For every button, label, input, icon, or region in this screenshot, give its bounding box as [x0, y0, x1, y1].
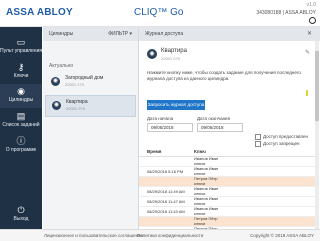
- row-key: Иванов Иван ключи: [194, 206, 219, 216]
- cylinder-card: ◉ Квартира 20001 079 ✎: [147, 47, 312, 63]
- row-key: Иванов Иван ключи: [194, 156, 219, 166]
- date-end-field[interactable]: 09/05/2018: [197, 123, 243, 132]
- panel-header: Журнал доступа ✕: [139, 27, 320, 41]
- logout-label: Выход: [13, 216, 29, 222]
- table-row: 08/29/2018 11:49 AM Иванов Иван ключи: [139, 186, 315, 197]
- sidebar: ▭ Пульт управления ⚷ Ключи ◉ Цилиндры ▤ …: [0, 27, 42, 229]
- cylinder-id: 20001 173: [65, 82, 84, 87]
- list-title: Цилиндры: [49, 31, 74, 37]
- cylinder-icon: ◉: [147, 49, 157, 59]
- cylinder-name: Загородный дом: [65, 75, 104, 81]
- table-header: Время Ключ: [139, 148, 315, 157]
- row-key: Петров Пётр ключи: [194, 216, 218, 226]
- cylinder-id: 20001 079: [66, 106, 85, 111]
- sidebar-item-label: Цилиндры: [8, 97, 34, 103]
- app-header: ASSA ABLOY CLIQ™ Go v1.0 343080188 | ASS…: [0, 0, 320, 27]
- column-key[interactable]: Ключ: [194, 149, 206, 154]
- checkbox-icon: [255, 141, 261, 147]
- table-row: 08/29/2018 5:16 PM Иванов Иван ключи: [139, 166, 315, 177]
- date-start-label: Дата начала: [147, 116, 174, 121]
- license-link[interactable]: Лицензионное и пользовательское соглашен…: [44, 233, 143, 238]
- row-time: 08/29/2018 5:16 PM: [147, 169, 184, 174]
- scrollbar[interactable]: [315, 41, 319, 229]
- cylinder-icon: ◉: [51, 77, 60, 86]
- request-log-button[interactable]: Запросить журнал доступа: [147, 100, 205, 110]
- panel-title: Журнал доступа: [145, 31, 184, 37]
- sidebar-item-label: О программе: [5, 147, 37, 153]
- table-row-denied: Петров Пётр ключи: [139, 216, 315, 227]
- sidebar-item-cylinders[interactable]: ◉ Цилиндры: [0, 84, 42, 108]
- row-key: Петров Пётр ключи: [194, 176, 218, 186]
- log-table-body: Иванов Иван ключи 08/29/2018 5:16 PM Иван…: [139, 156, 315, 237]
- user-icon[interactable]: [309, 17, 316, 24]
- sidebar-item-about[interactable]: ⓘ О программе: [0, 134, 42, 158]
- access-denied-checkbox[interactable]: Доступ запрещен: [255, 141, 300, 147]
- cylinder-list-panel: Цилиндры ФИЛЬТР ▾ Актуально ◉ Загородный…: [43, 27, 139, 229]
- version-label: v1.0: [306, 2, 316, 8]
- cylinder-name: Квартира: [161, 48, 187, 54]
- row-key: Иванов Иван ключи: [194, 196, 219, 206]
- user-info: 343080188 | ASSA ABLOY: [256, 10, 316, 16]
- sidebar-item-label: Пульт управления: [0, 48, 43, 54]
- close-icon[interactable]: ✕: [307, 27, 312, 41]
- cylinder-id: 20001 079: [161, 56, 180, 61]
- cylinder-name: Квартира: [66, 99, 88, 105]
- row-time: 08/29/2018 11:47 AM: [147, 199, 185, 204]
- brand-logo: ASSA ABLOY: [6, 7, 73, 18]
- list-item[interactable]: ◉ Загородный дом 20001 173: [45, 72, 136, 92]
- power-icon: ⏻: [17, 205, 25, 215]
- checkbox-icon: [255, 134, 261, 140]
- table-row: 08/29/2018 11:47 AM Иванов Иван ключи: [139, 196, 315, 207]
- access-log-panel: Журнал доступа ✕ ◉ Квартира 20001 079 ✎ …: [139, 27, 320, 237]
- table-row: Иванов Иван ключи: [139, 156, 315, 167]
- logout-button[interactable]: ⏻ Выход: [0, 203, 42, 227]
- privacy-link[interactable]: Политика конфиденциальности: [137, 233, 203, 238]
- footer: Лицензионное и пользовательское соглашен…: [0, 229, 320, 241]
- info-text: Нажмите кнопку ниже, чтобы создать задан…: [147, 70, 301, 81]
- table-row: 08/29/2018 11:43 AM Иванов Иван ключи: [139, 206, 315, 217]
- row-key: Иванов Иван ключи: [194, 186, 219, 196]
- sidebar-item-task-list[interactable]: ▤ Список заданий: [0, 109, 42, 133]
- filter-button[interactable]: ФИЛЬТР ▾: [108, 27, 132, 41]
- cylinder-icon: ◉: [52, 101, 61, 110]
- sidebar-item-label: Список заданий: [2, 122, 40, 128]
- date-start-field[interactable]: 09/05/2018: [147, 123, 193, 132]
- product-name: CLIQ™ Go: [134, 7, 184, 18]
- list-item[interactable]: ◉ Квартира 20001 079: [45, 95, 136, 117]
- date-end-label: Дата окончания: [197, 116, 231, 121]
- checkbox-label: Доступ предоставлен: [263, 134, 309, 140]
- checkbox-label: Доступ запрещен: [263, 141, 300, 147]
- scrollbar-thumb[interactable]: [315, 51, 319, 121]
- clipboard-icon: ▤: [16, 111, 26, 121]
- sidebar-item-keys[interactable]: ⚷ Ключи: [0, 60, 42, 84]
- sidebar-item-label: Ключи: [13, 73, 29, 79]
- row-time: 08/29/2018 11:43 AM: [147, 209, 185, 214]
- section-label: Актуально: [49, 63, 74, 69]
- copyright-text: Copyright © 2018 ASSA ABLOY: [250, 233, 314, 238]
- row-key: Иванов Иван ключи: [194, 166, 219, 176]
- column-time[interactable]: Время: [147, 149, 161, 154]
- text-cursor-icon: [306, 90, 308, 96]
- sidebar-item-dashboard[interactable]: ▭ Пульт управления: [0, 35, 42, 59]
- cylinder-icon: ◉: [17, 86, 25, 96]
- info-icon: ⓘ: [16, 136, 26, 146]
- list-header: Цилиндры ФИЛЬТР ▾: [43, 27, 138, 41]
- row-time: 08/29/2018 11:49 AM: [147, 189, 185, 194]
- edit-icon[interactable]: ✎: [305, 49, 310, 56]
- access-granted-checkbox[interactable]: Доступ предоставлен: [255, 134, 308, 140]
- dashboard-icon: ▭: [16, 37, 26, 47]
- key-icon: ⚷: [17, 62, 25, 72]
- table-row-denied: Петров Пётр ключи: [139, 176, 315, 187]
